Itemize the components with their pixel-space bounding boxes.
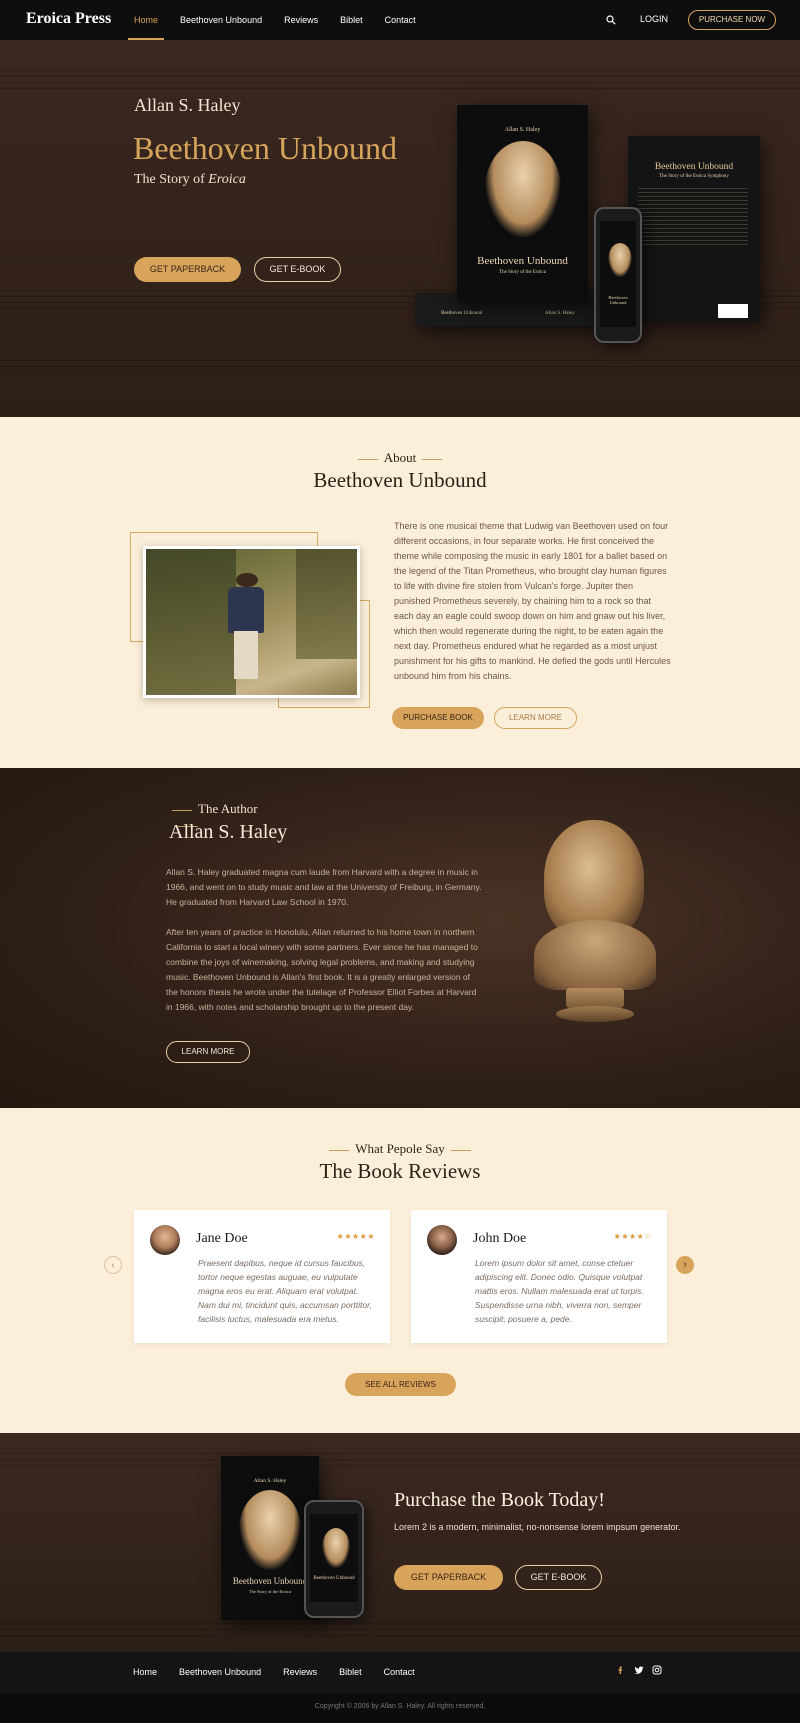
- purchase-get-ebook-button[interactable]: GET E-BOOK: [515, 1565, 602, 1590]
- reviews-title: The Book Reviews: [319, 1159, 481, 1183]
- about-title: Beethoven Unbound: [313, 468, 487, 492]
- reviewer-name: John Doe: [473, 1231, 527, 1246]
- instagram-icon[interactable]: [652, 1665, 662, 1678]
- get-ebook-button[interactable]: GET E-BOOK: [254, 257, 341, 282]
- purchase-phone-mockup: Beethoven Unbound: [304, 1500, 364, 1618]
- avatar: [150, 1225, 180, 1255]
- purchase-book-button[interactable]: PURCHASE BOOK: [392, 707, 484, 729]
- purchase-section: [0, 1433, 800, 1652]
- purchase-get-paperback-button[interactable]: GET PAPERBACK: [394, 1565, 503, 1590]
- beethoven-painting: [143, 546, 360, 698]
- book-front-cover: Allan S. Haley Beethoven Unbound The Sto…: [457, 105, 588, 303]
- star-rating: ★★★★★: [336, 1232, 375, 1241]
- footer-biblet[interactable]: Biblet: [339, 1667, 362, 1677]
- copyright-text: Copyright © 2006 by Allan S. Haley. All …: [314, 1703, 486, 1710]
- purchase-subtitle: Lorem 2 is a modern, minimalist, no-nons…: [394, 1522, 681, 1532]
- about-text: There is one musical theme that Ludwig v…: [394, 521, 671, 681]
- beethoven-bust-image: [520, 820, 670, 1060]
- nav-reviews[interactable]: Reviews: [284, 0, 318, 40]
- avatar: [427, 1225, 457, 1255]
- about-learn-more-button[interactable]: LEARN MORE: [494, 707, 577, 729]
- hero-subtitle: The Story of Eroica: [134, 172, 246, 187]
- purchase-now-button[interactable]: PURCHASE NOW: [688, 10, 776, 30]
- star-rating: ★★★★☆: [613, 1232, 652, 1241]
- nav-links: Home Beethoven Unbound Reviews Biblet Co…: [127, 0, 438, 40]
- review-card: Jane Doe ★★★★★ Praesent dapibus, neque i…: [134, 1210, 390, 1343]
- review-text: Lorem ipsum dolor sit amet, conse ctetue…: [475, 1258, 644, 1324]
- footer-beethoven-unbound[interactable]: Beethoven Unbound: [179, 1667, 261, 1677]
- review-text: Praesent dapibus, neque id cursus faucib…: [198, 1258, 372, 1324]
- phone-mockup: Beethoven Unbound: [594, 207, 642, 343]
- footer-links: Home Beethoven Unbound Reviews Biblet Co…: [133, 1667, 437, 1677]
- search-icon[interactable]: [606, 15, 616, 25]
- hero-author-name: Allan S. Haley: [134, 95, 241, 115]
- author-bio-1: Allan S. Haley graduated magna cum laude…: [166, 867, 482, 907]
- site-logo[interactable]: Eroica Press: [26, 10, 111, 28]
- footer-contact[interactable]: Contact: [384, 1667, 415, 1677]
- author-bio-2: After ten years of practice in Honolulu,…: [166, 927, 478, 1012]
- login-link[interactable]: LOGIN: [640, 14, 668, 24]
- reviews-kicker: What Pepole Say: [300, 1141, 500, 1157]
- review-card: John Doe ★★★★☆ Lorem ipsum dolor sit ame…: [411, 1210, 667, 1343]
- reviews-prev-arrow[interactable]: ‹: [104, 1256, 122, 1274]
- reviewer-name: Jane Doe: [196, 1231, 248, 1246]
- see-all-reviews-button[interactable]: SEE ALL REVIEWS: [345, 1373, 456, 1396]
- footer-home[interactable]: Home: [133, 1667, 157, 1677]
- book-back-cover: Beethoven Unbound The Story of the Eroic…: [628, 136, 760, 322]
- facebook-icon[interactable]: [616, 1665, 626, 1678]
- top-nav: Eroica Press Home Beethoven Unbound Revi…: [0, 0, 800, 40]
- nav-beethoven-unbound[interactable]: Beethoven Unbound: [180, 0, 262, 40]
- author-learn-more-button[interactable]: LEARN MORE: [166, 1041, 250, 1063]
- reviews-next-arrow[interactable]: ›: [676, 1256, 694, 1274]
- twitter-icon[interactable]: [634, 1665, 644, 1678]
- get-paperback-button[interactable]: GET PAPERBACK: [134, 257, 241, 282]
- footer-reviews[interactable]: Reviews: [283, 1667, 317, 1677]
- about-kicker: About: [300, 450, 500, 466]
- nav-biblet[interactable]: Biblet: [340, 0, 363, 40]
- nav-home[interactable]: Home: [127, 0, 165, 40]
- nav-contact[interactable]: Contact: [385, 0, 416, 40]
- purchase-title: Purchase the Book Today!: [394, 1489, 605, 1511]
- hero-title: Beethoven Unbound: [133, 130, 397, 166]
- author-name: Allan S. Haley: [169, 821, 288, 843]
